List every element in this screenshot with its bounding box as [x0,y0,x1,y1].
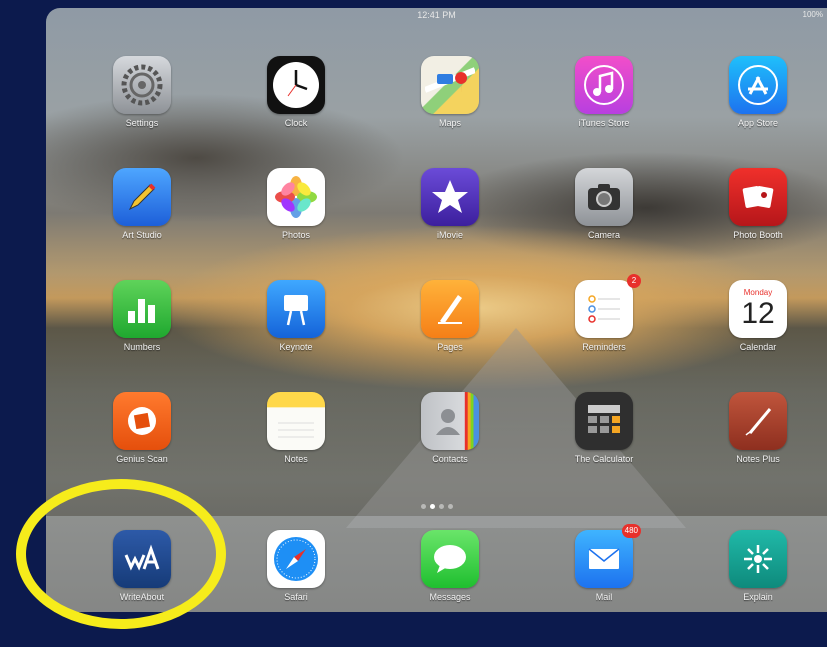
app-keynote[interactable]: Keynote [258,280,334,352]
app-genius-scan[interactable]: Genius Scan [104,392,180,464]
bar-chart-icon [113,280,171,338]
contacts-icon [421,392,479,450]
app-pages[interactable]: Pages [412,280,488,352]
dock-app-messages[interactable]: Messages [412,530,488,602]
camera-icon [575,168,633,226]
app-label: iMovie [436,230,463,240]
app-notes-plus[interactable]: Notes Plus [720,392,796,464]
app-label: Genius Scan [116,454,168,464]
photos-flower-icon [267,168,325,226]
app-maps[interactable]: Maps [412,56,488,128]
notification-badge: 2 [627,274,641,288]
notepad-icon [267,392,325,450]
status-time: 12:41 PM [417,10,456,20]
music-note-icon [575,56,633,114]
app-calendar[interactable]: Monday 12 Calendar [720,280,796,352]
app-label: Keynote [279,342,313,352]
yellow-highlight-circle [16,479,226,629]
app-label: Numbers [123,342,161,352]
page-dot[interactable] [420,504,426,509]
app-label: Photo Booth [733,230,783,240]
app-label: Pages [437,342,463,352]
app-art-studio[interactable]: Art Studio [104,168,180,240]
pencil-icon [113,168,171,226]
speech-bubble-icon [421,530,479,588]
app-photos[interactable]: Photos [258,168,334,240]
app-the-calculator[interactable]: The Calculator [566,392,642,464]
mail-unread-badge: 480 [621,524,641,538]
app-store-icon [729,56,787,114]
app-contacts[interactable]: Contacts [412,392,488,464]
app-numbers[interactable]: Numbers [104,280,180,352]
page-dot[interactable] [447,504,453,509]
app-camera[interactable]: Camera [566,168,642,240]
map-icon [421,56,479,114]
app-label: Messages [429,592,471,602]
compass-icon [267,530,325,588]
app-label: Camera [587,230,620,240]
pen-nib-icon [421,280,479,338]
app-label: App Store [737,118,779,128]
podium-icon [267,280,325,338]
photo-booth-icon [729,168,787,226]
app-label: Reminders [582,342,626,352]
dock-app-mail[interactable]: 480 Mail [566,524,642,602]
app-notes[interactable]: Notes [258,392,334,464]
gear-icon [113,56,171,114]
app-label: Calendar [739,342,777,352]
app-reminders[interactable]: 2 Reminders [566,274,642,352]
calculator-icon [575,392,633,450]
app-label: Explain [743,592,773,602]
page-dot[interactable] [438,504,444,509]
calendar-day: 12 [741,297,775,330]
scan-icon [113,392,171,450]
status-battery: 100% [802,10,823,19]
app-itunes-store[interactable]: iTunes Store [566,56,642,128]
clock-icon [267,56,325,114]
app-label: Mail [595,592,613,602]
app-label: Contacts [432,454,468,464]
app-label: Notes Plus [736,454,780,464]
app-label: Safari [284,592,308,602]
star-icon [421,168,479,226]
app-label: Notes [284,454,308,464]
app-label: Settings [125,118,159,128]
app-imovie[interactable]: iMovie [412,168,488,240]
stylus-icon [729,392,787,450]
app-label: The Calculator [574,454,634,464]
list-icon: 2 [575,274,641,338]
explain-everything-icon [729,530,787,588]
app-clock[interactable]: Clock [258,56,334,128]
app-settings[interactable]: Settings [104,56,180,128]
app-label: Clock [284,118,308,128]
app-label: iTunes Store [578,118,630,128]
envelope-icon: 480 [575,524,641,588]
app-photo-booth[interactable]: Photo Booth [720,168,796,240]
app-app-store[interactable]: App Store [720,56,796,128]
app-label: Art Studio [122,230,162,240]
dock-app-safari[interactable]: Safari [258,530,334,602]
app-label: Maps [438,118,461,128]
app-label: Photos [281,230,311,240]
page-dot-active[interactable] [429,504,435,509]
dock-app-explain-everything[interactable]: Explain [720,530,796,602]
calendar-icon: Monday 12 [729,280,787,338]
